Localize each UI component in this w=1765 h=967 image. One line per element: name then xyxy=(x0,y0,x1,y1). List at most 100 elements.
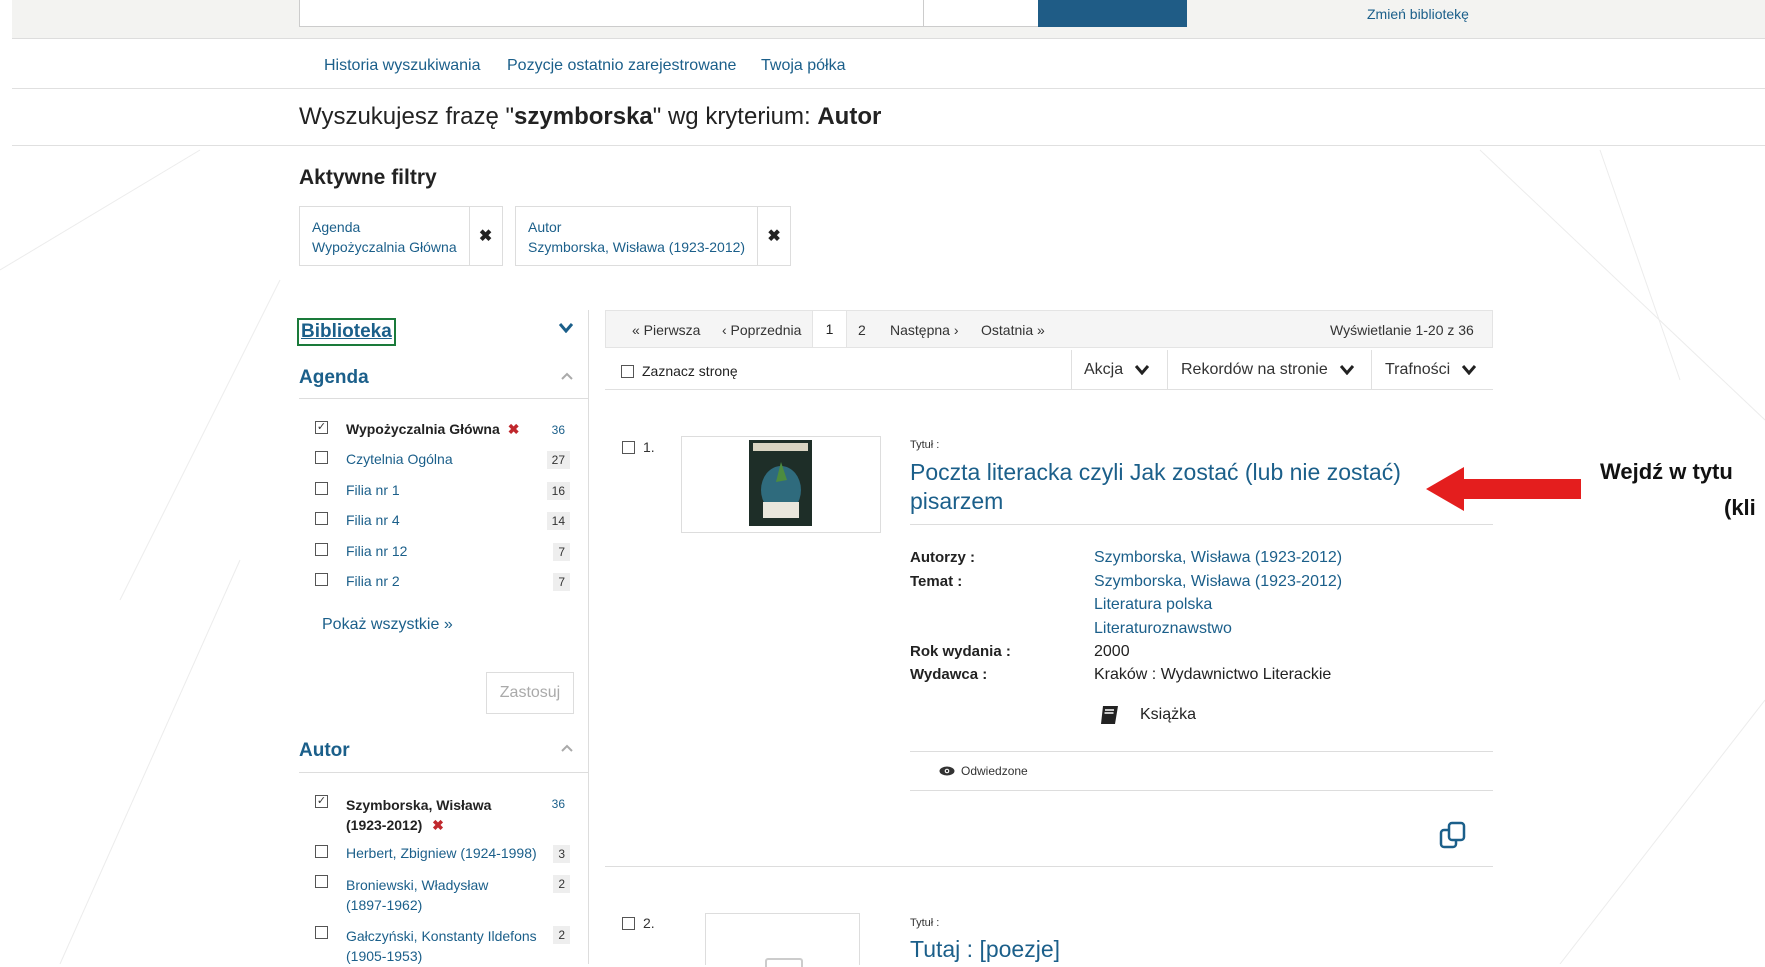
facet-count: 3 xyxy=(553,845,570,863)
facet-count: 27 xyxy=(546,451,570,469)
page-2-link[interactable]: 2 xyxy=(858,322,866,338)
subject-label: Temat : xyxy=(910,573,963,590)
prev-page-link[interactable]: ‹ Poprzednia xyxy=(722,322,801,338)
book-icon xyxy=(1101,706,1118,724)
apply-button[interactable]: Zastosuj xyxy=(486,672,574,714)
checkbox[interactable] xyxy=(315,573,328,586)
checkbox[interactable] xyxy=(315,845,328,858)
facet-label: Broniewski, Władysław xyxy=(346,877,489,893)
chevron-up-icon[interactable] xyxy=(561,372,573,380)
facet-label-line2: (1897-1962) xyxy=(346,897,423,913)
checkbox[interactable] xyxy=(622,440,635,454)
change-library-link[interactable]: Zmień bibliotekę xyxy=(1367,6,1469,22)
placeholder-image-icon xyxy=(765,958,803,967)
search-phrase: Wyszukujesz frazę "szymborska" wg kryter… xyxy=(299,103,882,130)
search-criteria-select[interactable] xyxy=(923,0,1040,27)
library-facet-heading[interactable]: Biblioteka xyxy=(297,318,396,346)
facet-count: 2 xyxy=(553,926,570,944)
filter-chip-agenda: Agenda Wypożyczalnia Główna ✖ xyxy=(299,206,503,266)
toolbar-divider xyxy=(1071,350,1072,390)
remove-facet-icon[interactable]: ✖ xyxy=(432,817,444,833)
facet-item-agenda[interactable]: Filia nr 12 7 xyxy=(315,543,570,561)
toolbar-divider xyxy=(1371,350,1372,390)
year-value: 2000 xyxy=(1094,643,1130,660)
remove-facet-icon[interactable]: ✖ xyxy=(508,421,520,438)
show-all-link[interactable]: Pokaż wszystkie » xyxy=(322,616,453,634)
checkbox[interactable] xyxy=(622,916,635,930)
facet-item-agenda[interactable]: Czytelnia Ogólna 27 xyxy=(315,451,570,469)
search-button[interactable] xyxy=(1038,0,1187,27)
sort-dropdown[interactable]: Trafności xyxy=(1385,361,1477,379)
nav-recent-items[interactable]: Pozycje ostatnio zarejestrowane xyxy=(507,57,736,75)
agenda-facet-heading[interactable]: Agenda xyxy=(299,367,369,389)
select-page-control[interactable]: Zaznacz stronę xyxy=(621,363,738,379)
remove-filter-icon[interactable]: ✖ xyxy=(468,207,502,265)
facet-item-author[interactable]: ✓ Szymborska, Wisława (1923-2012) ✖ 36 xyxy=(315,795,570,835)
checkbox[interactable] xyxy=(315,875,328,888)
facet-item-agenda[interactable]: ✓ Wypożyczalnia Główna ✖ 36 xyxy=(315,421,570,439)
result-divider xyxy=(910,751,1493,752)
facet-label: Wypożyczalnia Główna xyxy=(346,421,500,437)
chevron-down-icon xyxy=(1135,365,1150,375)
remove-filter-icon[interactable]: ✖ xyxy=(757,207,790,265)
checkbox[interactable] xyxy=(315,512,328,525)
per-page-dropdown[interactable]: Rekordów na stronie xyxy=(1181,361,1354,379)
result-title-link[interactable]: Poczta literacka czyli Jak zostać (lub n… xyxy=(910,458,1430,516)
author-facet-heading[interactable]: Autor xyxy=(299,740,350,762)
result-separator xyxy=(605,866,1493,867)
chip-value: Wypożyczalnia Główna xyxy=(312,239,457,255)
checkbox-checked[interactable]: ✓ xyxy=(315,421,328,434)
checkbox[interactable] xyxy=(315,926,328,939)
next-page-link[interactable]: Następna › xyxy=(890,322,958,338)
facet-count: 7 xyxy=(553,543,570,561)
facet-item-agenda[interactable]: Filia nr 4 14 xyxy=(315,512,570,530)
first-page-link[interactable]: « Pierwsza xyxy=(632,322,700,338)
result-select[interactable]: 2. xyxy=(622,915,655,931)
per-page-label: Rekordów na stronie xyxy=(1181,361,1328,378)
last-page-link[interactable]: Ostatnia » xyxy=(981,322,1045,338)
search-input[interactable] xyxy=(299,0,925,27)
action-dropdown[interactable]: Akcja xyxy=(1084,361,1150,379)
facet-label: Filia nr 12 xyxy=(346,543,408,559)
facet-label-line2: (1905-1953) xyxy=(346,948,423,964)
filter-chip-author: Autor Szymborska, Wisława (1923-2012) ✖ xyxy=(515,206,792,266)
select-page-label: Zaznacz stronę xyxy=(642,363,738,379)
facet-item-agenda[interactable]: Filia nr 1 16 xyxy=(315,482,570,500)
title-line: pisarzem xyxy=(910,488,1004,514)
checkbox[interactable] xyxy=(315,543,328,556)
result-divider xyxy=(910,790,1493,791)
results-toolbar xyxy=(605,348,1493,390)
active-filters-heading: Aktywne filtry xyxy=(299,166,437,189)
facet-count: 36 xyxy=(551,797,565,811)
facet-item-agenda[interactable]: Filia nr 2 7 xyxy=(315,573,570,591)
title-line: Poczta literacka czyli Jak zostać (lub n… xyxy=(910,459,1401,485)
chevron-down-icon[interactable] xyxy=(559,323,573,333)
facet-item-author[interactable]: Gałczyński, Konstanty Ildefons (1905-1953… xyxy=(315,926,570,966)
result-thumbnail[interactable] xyxy=(705,913,860,967)
checkbox-checked[interactable]: ✓ xyxy=(315,795,328,808)
facet-item-author[interactable]: Herbert, Zbigniew (1924-1998) 3 xyxy=(315,845,570,863)
chip-label: Agenda xyxy=(312,219,361,235)
checkbox[interactable] xyxy=(621,364,634,378)
checkbox[interactable] xyxy=(315,451,328,464)
visited-label: Odwiedzone xyxy=(961,764,1028,778)
result-select[interactable]: 1. xyxy=(622,439,655,455)
subject-link[interactable]: Szymborska, Wisława (1923-2012) xyxy=(1094,573,1342,591)
chevron-up-icon[interactable] xyxy=(561,744,573,752)
chevron-down-icon xyxy=(1339,365,1354,375)
copy-icon[interactable] xyxy=(1438,820,1468,850)
sort-label: Trafności xyxy=(1385,361,1451,378)
nav-search-history[interactable]: Historia wyszukiwania xyxy=(324,57,481,75)
facet-count: 36 xyxy=(551,423,565,437)
results-count: Wyświetlanie 1-20 z 36 xyxy=(1330,322,1474,338)
facet-count: 16 xyxy=(546,482,570,500)
facet-item-author[interactable]: Broniewski, Władysław (1897-1962) 2 xyxy=(315,875,570,915)
checkbox[interactable] xyxy=(315,482,328,495)
subject-link[interactable]: Literaturoznawstwo xyxy=(1094,620,1232,638)
result-title-link[interactable]: Tutaj : [poezje] xyxy=(910,936,1060,963)
nav-your-shelf[interactable]: Twoja półka xyxy=(761,57,846,75)
facet-label: Filia nr 4 xyxy=(346,512,400,528)
year-label: Rok wydania : xyxy=(910,643,1011,660)
subject-link[interactable]: Literatura polska xyxy=(1094,596,1212,614)
author-link[interactable]: Szymborska, Wisława (1923-2012) xyxy=(1094,549,1342,567)
